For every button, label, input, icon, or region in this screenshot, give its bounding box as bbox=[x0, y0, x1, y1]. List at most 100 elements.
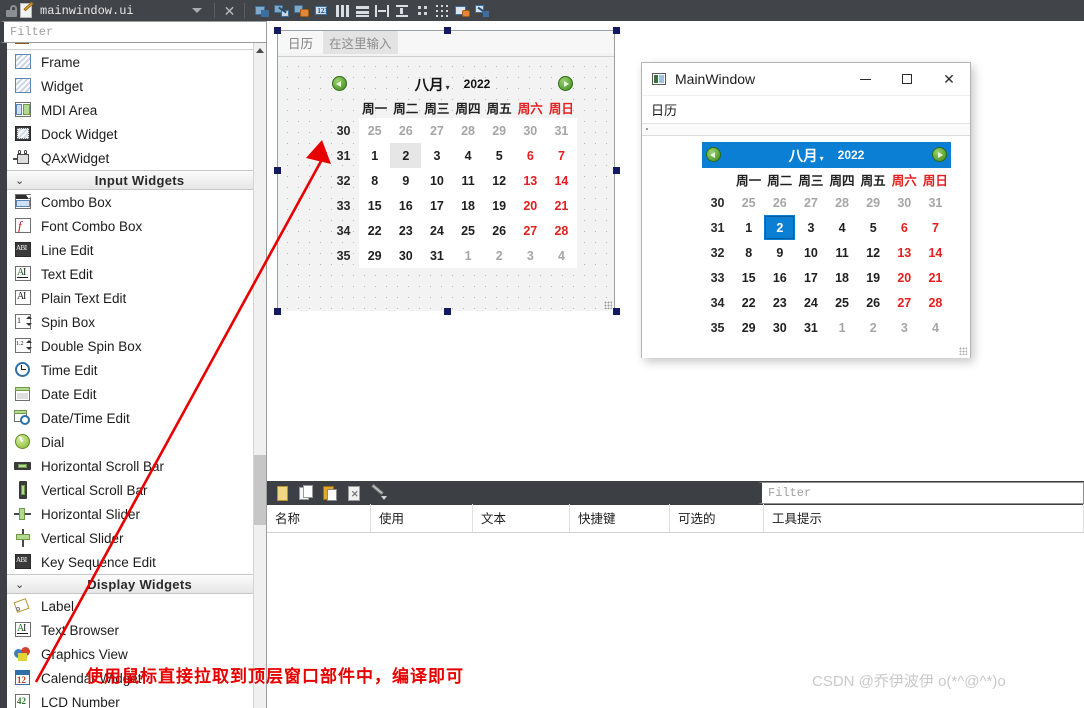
configure-icon[interactable] bbox=[369, 483, 387, 502]
calendar-day[interactable]: 3 bbox=[514, 243, 546, 268]
adjust-size-icon[interactable] bbox=[454, 3, 471, 19]
calendar-day[interactable]: 22 bbox=[359, 218, 391, 243]
calendar-day[interactable]: 30 bbox=[390, 243, 422, 268]
edit-signals-slots-icon[interactable] bbox=[274, 3, 291, 19]
calendar-day[interactable]: 14 bbox=[919, 240, 951, 265]
calendar-day[interactable]: 17 bbox=[421, 193, 453, 218]
chevron-down-icon[interactable]: ▾ bbox=[820, 154, 824, 163]
calendar-month[interactable]: 八月 bbox=[415, 74, 444, 95]
calendar-day[interactable]: 2 bbox=[483, 243, 515, 268]
delete-icon[interactable]: ✕ bbox=[345, 485, 363, 502]
action-column-header[interactable]: 使用 bbox=[371, 504, 473, 532]
action-column-header[interactable]: 文本 bbox=[473, 504, 570, 532]
preview-menu-bar[interactable]: 日历 bbox=[642, 96, 970, 124]
calendar-day[interactable]: 26 bbox=[764, 190, 796, 215]
form-main-window[interactable]: 日历 在这里输入 八月 ▾ 2022 周一 周二 周三 周四 周五 周六 周日 … bbox=[274, 27, 620, 315]
calendar-day[interactable]: 3 bbox=[795, 215, 827, 240]
calendar-day[interactable]: 1 bbox=[733, 215, 765, 240]
selection-handle[interactable] bbox=[274, 27, 281, 34]
arrow-right-icon[interactable] bbox=[932, 147, 947, 162]
layout-grid-icon[interactable] bbox=[434, 3, 451, 19]
widget-item-font-combo-box[interactable]: f Font Combo Box bbox=[7, 214, 255, 238]
calendar-widget-preview[interactable]: 八月 ▾ 2022 周一 周二 周三 周四 周五 周六 周日 30 25 26 … bbox=[702, 142, 951, 340]
calendar-day-selected[interactable]: 2 bbox=[764, 215, 796, 240]
widget-group-display-widgets[interactable]: ⌄ Display Widgets bbox=[7, 574, 255, 594]
calendar-day[interactable]: 27 bbox=[421, 118, 453, 143]
chevron-down-icon[interactable]: ▾ bbox=[446, 83, 450, 92]
form-resize-grip[interactable] bbox=[604, 301, 612, 309]
calendar-day[interactable]: 11 bbox=[826, 240, 858, 265]
widget-item-mdi-area[interactable]: MDI Area bbox=[7, 98, 255, 122]
form-menu-placeholder[interactable]: 在这里输入 bbox=[323, 30, 398, 54]
calendar-day[interactable]: 31 bbox=[545, 118, 577, 143]
calendar-day[interactable]: 26 bbox=[857, 290, 889, 315]
edit-tab-order-icon[interactable]: 123 bbox=[314, 3, 331, 19]
widget-item-dial[interactable]: Dial bbox=[7, 430, 255, 454]
arrow-left-icon[interactable] bbox=[332, 76, 347, 91]
layout-splitter-horizontal-icon[interactable] bbox=[374, 3, 391, 19]
calendar-day[interactable]: 4 bbox=[452, 143, 484, 168]
edit-widgets-icon[interactable] bbox=[254, 3, 271, 19]
calendar-day[interactable]: 31 bbox=[795, 315, 827, 340]
form-central-widget[interactable]: 八月 ▾ 2022 周一 周二 周三 周四 周五 周六 周日 30 25 26 … bbox=[278, 56, 614, 311]
selection-handle[interactable] bbox=[613, 27, 620, 34]
selection-handle[interactable] bbox=[613, 308, 620, 315]
calendar-day[interactable]: 25 bbox=[826, 290, 858, 315]
calendar-day[interactable]: 27 bbox=[795, 190, 827, 215]
layout-horizontal-icon[interactable] bbox=[334, 3, 351, 19]
widget-item-date-time-edit[interactable]: Date/Time Edit bbox=[7, 406, 255, 430]
calendar-day[interactable]: 4 bbox=[826, 215, 858, 240]
calendar-day[interactable]: 8 bbox=[733, 240, 765, 265]
calendar-day[interactable]: 21 bbox=[545, 193, 577, 218]
widget-box-scrollbar[interactable] bbox=[253, 43, 266, 708]
calendar-day[interactable]: 17 bbox=[795, 265, 827, 290]
widgetbox-filter[interactable]: Filter bbox=[0, 21, 267, 43]
widget-item-text-edit[interactable]: A I Text Edit bbox=[7, 262, 255, 286]
layout-form-icon[interactable] bbox=[414, 3, 431, 19]
calendar-day[interactable]: 10 bbox=[795, 240, 827, 265]
copy-icon[interactable] bbox=[297, 484, 315, 502]
arrow-right-icon[interactable] bbox=[558, 76, 573, 91]
widget-item-spin-box[interactable]: 1 Spin Box bbox=[7, 310, 255, 334]
widget-item-widget[interactable]: Widget bbox=[7, 74, 255, 98]
action-editor-filter[interactable]: Filter bbox=[758, 482, 1084, 504]
calendar-day[interactable]: 26 bbox=[483, 218, 515, 243]
layout-splitter-vertical-icon[interactable] bbox=[394, 3, 411, 19]
widget-item-text-browser[interactable]: A I Text Browser bbox=[7, 618, 255, 642]
calendar-day[interactable]: 28 bbox=[919, 290, 951, 315]
widget-group-header-truncated[interactable]: ᵕ bbox=[7, 43, 255, 50]
calendar-day[interactable]: 27 bbox=[514, 218, 546, 243]
widget-item-dock-widget[interactable]: Dock Widget bbox=[7, 122, 255, 146]
calendar-day[interactable]: 25 bbox=[359, 118, 391, 143]
calendar-year[interactable]: 2022 bbox=[838, 148, 865, 162]
calendar-day[interactable]: 9 bbox=[764, 240, 796, 265]
calendar-day[interactable]: 3 bbox=[888, 315, 920, 340]
calendar-day[interactable]: 3 bbox=[421, 143, 453, 168]
calendar-day[interactable]: 12 bbox=[857, 240, 889, 265]
break-layout-icon[interactable] bbox=[474, 3, 491, 19]
calendar-day[interactable]: 11 bbox=[452, 168, 484, 193]
calendar-day[interactable]: 6 bbox=[514, 143, 546, 168]
form-menu-item-calendar[interactable]: 日历 bbox=[282, 31, 319, 54]
calendar-day[interactable]: 26 bbox=[390, 118, 422, 143]
widget-item-time-edit[interactable]: Time Edit bbox=[7, 358, 255, 382]
calendar-day[interactable]: 31 bbox=[919, 190, 951, 215]
scrollbar-thumb[interactable] bbox=[254, 455, 266, 525]
action-column-header[interactable]: 可选的 bbox=[670, 504, 764, 532]
calendar-day[interactable]: 23 bbox=[764, 290, 796, 315]
calendar-day[interactable]: 25 bbox=[452, 218, 484, 243]
widget-item-double-spin-box[interactable]: 1.2 Double Spin Box bbox=[7, 334, 255, 358]
action-column-header[interactable]: 快捷键 bbox=[570, 504, 670, 532]
widget-item-vertical-slider[interactable]: Vertical Slider bbox=[7, 526, 255, 550]
calendar-day[interactable]: 30 bbox=[764, 315, 796, 340]
calendar-day[interactable]: 28 bbox=[826, 190, 858, 215]
calendar-day[interactable]: 29 bbox=[483, 118, 515, 143]
calendar-day[interactable]: 16 bbox=[390, 193, 422, 218]
calendar-day[interactable]: 16 bbox=[764, 265, 796, 290]
calendar-day[interactable]: 7 bbox=[545, 143, 577, 168]
layout-vertical-icon[interactable] bbox=[354, 3, 371, 19]
widget-item-line-edit[interactable]: ABI Line Edit bbox=[7, 238, 255, 262]
calendar-day[interactable]: 9 bbox=[390, 168, 422, 193]
calendar-day[interactable]: 22 bbox=[733, 290, 765, 315]
form-menu-bar[interactable]: 日历 在这里输入 bbox=[278, 30, 614, 54]
